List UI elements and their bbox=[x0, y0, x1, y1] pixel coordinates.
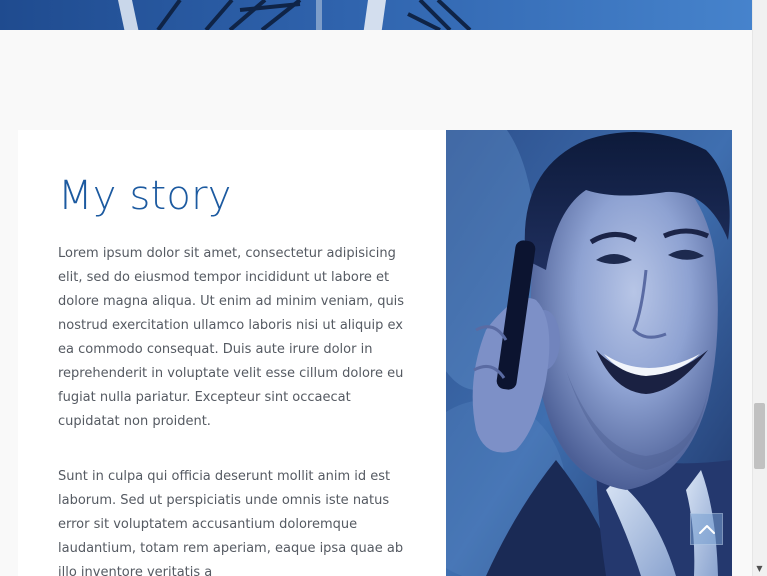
story-card: My story Lorem ipsum dolor sit amet, con… bbox=[18, 130, 446, 576]
story-heading: My story bbox=[58, 173, 232, 219]
hero-image-strip bbox=[0, 0, 752, 30]
vertical-scrollbar-thumb[interactable] bbox=[754, 403, 765, 469]
vertical-scrollbar-track[interactable] bbox=[752, 0, 767, 576]
story-paragraph-1: Lorem ipsum dolor sit amet, consectetur … bbox=[58, 246, 405, 429]
smiling-man-on-phone-photo bbox=[446, 130, 732, 576]
hero-structure-graphic bbox=[0, 0, 752, 30]
story-paragraph-2: Sunt in culpa qui officia deserunt molli… bbox=[58, 469, 404, 576]
story-photo bbox=[446, 130, 732, 576]
page-viewport: My story Lorem ipsum dolor sit amet, con… bbox=[0, 0, 767, 576]
scrollbar-down-arrow-icon[interactable]: ▼ bbox=[752, 561, 767, 576]
chevron-up-icon bbox=[698, 525, 715, 534]
scroll-to-top-button[interactable] bbox=[690, 513, 723, 545]
